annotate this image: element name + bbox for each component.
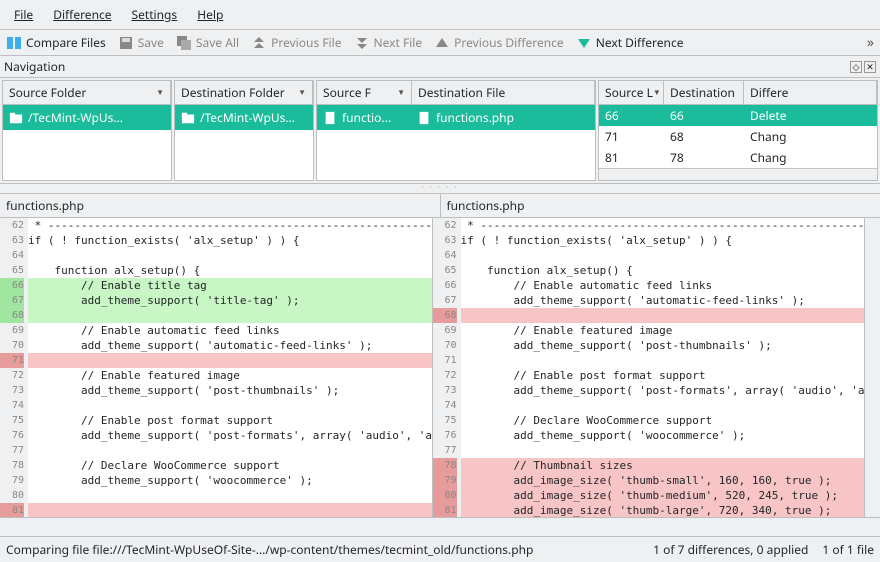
- file-row[interactable]: functio... functions.php: [317, 105, 595, 130]
- col-dest-folder[interactable]: Destination Folder▼: [175, 81, 313, 104]
- right-editor-title: functions.php: [441, 194, 880, 217]
- diff-row[interactable]: 6666Delete: [599, 105, 877, 126]
- splitter[interactable]: · · · · ·: [0, 184, 880, 194]
- status-files: 1 of 1 file: [822, 541, 874, 558]
- minimap[interactable]: [864, 218, 880, 517]
- navigation-header: Navigation ◇ ✕: [0, 56, 880, 78]
- left-editor-title: functions.php: [0, 194, 441, 217]
- save-button[interactable]: Save: [118, 34, 164, 51]
- folder-icon: [181, 111, 195, 125]
- toolbar-overflow[interactable]: »: [867, 33, 874, 52]
- col-source-file[interactable]: Source F▼: [317, 81, 412, 104]
- file-icon: [417, 111, 431, 125]
- col-source-line[interactable]: Source L▼: [599, 81, 664, 104]
- save-all-button[interactable]: Save All: [176, 34, 239, 51]
- diff-row[interactable]: 7168Chang: [599, 126, 877, 147]
- prev-diff-button[interactable]: Previous Difference: [434, 34, 564, 51]
- down-triangle-icon: [576, 35, 592, 51]
- navigation-title: Navigation: [4, 58, 65, 75]
- editor-titles: functions.php functions.php: [0, 194, 880, 218]
- menu-file[interactable]: File: [4, 2, 43, 27]
- navigation-detach-button[interactable]: ◇: [850, 61, 862, 73]
- dest-folder-row[interactable]: /TecMint-WpUs…: [175, 105, 313, 130]
- col-source-folder[interactable]: Source Folder▼: [3, 81, 171, 104]
- up-triangle-icon: [434, 35, 450, 51]
- status-diffs: 1 of 7 differences, 0 applied: [653, 541, 808, 558]
- down-double-icon: [354, 35, 370, 51]
- toolbar: Compare Files Save Save All Previous Fil…: [0, 30, 880, 56]
- save-all-icon: [176, 35, 192, 51]
- statusbar: Comparing file file:///TecMint-WpUseOf-S…: [0, 536, 880, 562]
- diff-editors: 6263646566676869707172737475767778798081…: [0, 218, 880, 518]
- menu-help[interactable]: Help: [187, 2, 233, 27]
- navigation-close-button[interactable]: ✕: [864, 61, 876, 73]
- next-diff-button[interactable]: Next Difference: [576, 34, 684, 51]
- prev-file-button[interactable]: Previous File: [251, 34, 341, 51]
- next-file-button[interactable]: Next File: [354, 34, 423, 51]
- right-editor[interactable]: 6263646566676869707172737475767778798081…: [433, 218, 865, 517]
- save-icon: [118, 35, 134, 51]
- left-editor[interactable]: 6263646566676869707172737475767778798081…: [0, 218, 433, 517]
- col-diff[interactable]: Differe: [744, 81, 877, 104]
- menu-difference[interactable]: Difference: [43, 2, 121, 27]
- col-dest-line[interactable]: Destination: [664, 81, 744, 104]
- diff-row[interactable]: 8178Chang: [599, 147, 877, 168]
- compare-files-button[interactable]: Compare Files: [6, 34, 106, 51]
- source-folder-row[interactable]: /TecMint-WpUs…: [3, 105, 171, 130]
- h-scrollbar[interactable]: [599, 168, 877, 180]
- folder-icon: [9, 111, 23, 125]
- navigation-panel: Source Folder▼ /TecMint-WpUs… Destinatio…: [0, 78, 880, 184]
- menu-settings[interactable]: Settings: [122, 2, 188, 27]
- status-main: Comparing file file:///TecMint-WpUseOf-S…: [6, 541, 533, 558]
- up-double-icon: [251, 35, 267, 51]
- file-icon: [323, 111, 337, 125]
- menubar: File Difference Settings Help: [0, 0, 880, 30]
- col-dest-file[interactable]: Destination File: [412, 81, 595, 104]
- compare-icon: [6, 35, 22, 51]
